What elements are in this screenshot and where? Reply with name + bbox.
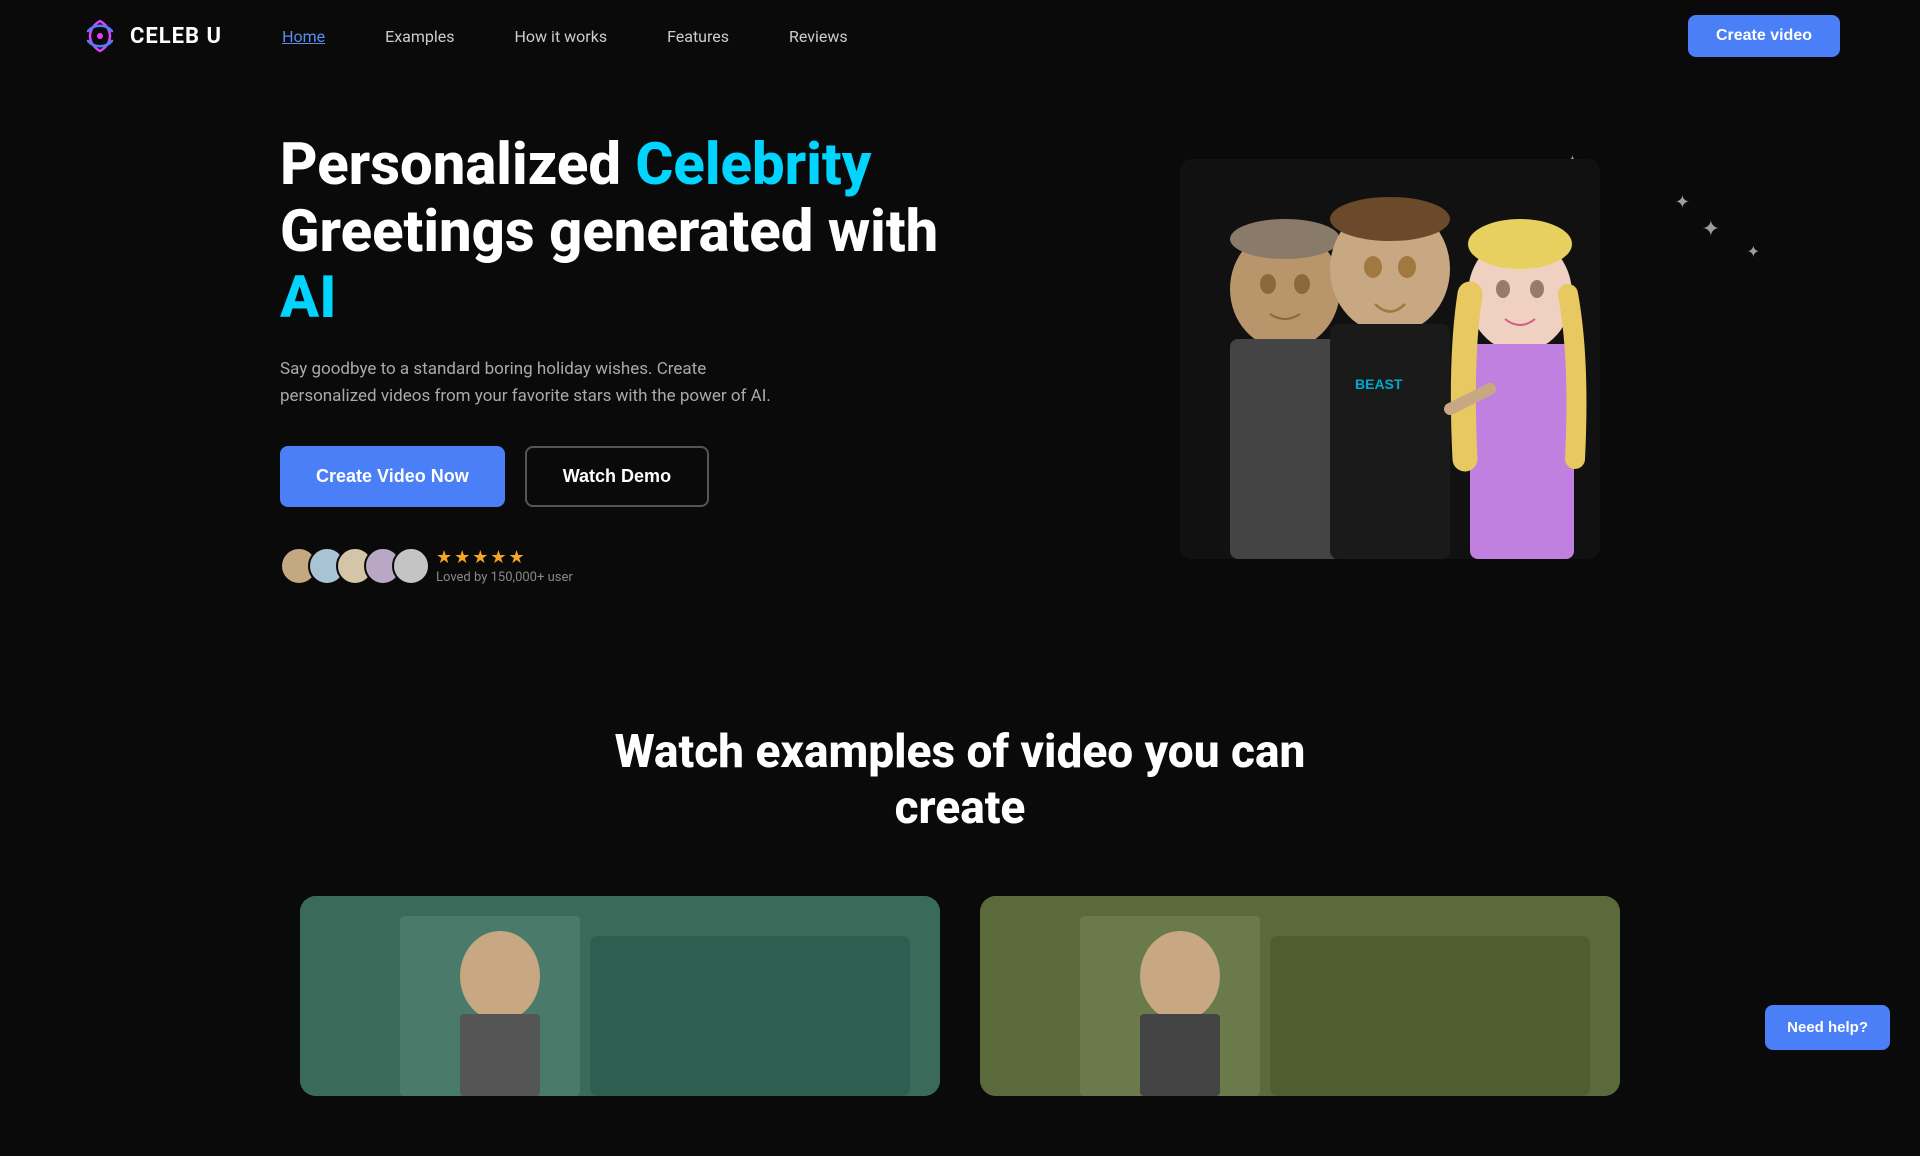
hero-section: Personalized Celebrity Greetings generat…	[0, 72, 1920, 645]
hero-buttons: Create Video Now Watch Demo	[280, 446, 940, 507]
avatar-stack	[280, 547, 420, 585]
star-decoration-10: ✦	[1675, 192, 1690, 213]
nav-reviews[interactable]: Reviews	[789, 27, 848, 46]
nav-links: Home Examples How it works Features Revi…	[282, 27, 1688, 46]
video-grid	[280, 896, 1640, 1096]
loved-text: Loved by 150,000+ user	[436, 570, 573, 585]
logo-text: CELEB U	[130, 24, 222, 49]
nav-features[interactable]: Features	[667, 27, 729, 46]
need-help-button[interactable]: Need help?	[1765, 1005, 1890, 1050]
examples-title: Watch examples of video you can create	[280, 725, 1640, 835]
watch-demo-button[interactable]: Watch Demo	[525, 446, 709, 507]
video-thumb-svg-2	[980, 896, 1620, 1096]
hero-title-part2: Greetings generated with	[280, 198, 938, 266]
hero-title-part1: Personalized	[280, 131, 635, 199]
video-thumb-svg-1	[300, 896, 940, 1096]
nav-home[interactable]: Home	[282, 27, 325, 46]
examples-title-line2: create	[895, 781, 1026, 835]
celebrity-illustration: BEAST	[1180, 159, 1600, 559]
video-thumbnail-1	[300, 896, 940, 1096]
nav-how-it-works[interactable]: How it works	[515, 27, 608, 46]
examples-title-line1: Watch examples of video you can	[615, 725, 1306, 779]
star-decoration-9: ✦	[1747, 242, 1760, 261]
hero-title: Personalized Celebrity Greetings generat…	[280, 132, 940, 332]
hero-image: BEAST	[940, 159, 1640, 559]
star-rating: ★★★★★	[436, 547, 573, 568]
hero-content: Personalized Celebrity Greetings generat…	[280, 132, 940, 585]
create-video-now-button[interactable]: Create Video Now	[280, 446, 505, 507]
celebrity-image-container: BEAST	[1180, 159, 1600, 559]
stars-row: ★★★★★ Loved by 150,000+ user	[436, 547, 573, 585]
video-card-2[interactable]	[980, 896, 1620, 1096]
nav-examples[interactable]: Examples	[385, 27, 454, 46]
social-proof: ★★★★★ Loved by 150,000+ user	[280, 547, 940, 585]
hero-title-celebrity: Celebrity	[635, 131, 871, 199]
logo-icon	[80, 16, 120, 56]
navbar: CELEB U Home Examples How it works Featu…	[0, 0, 1920, 72]
star-decoration-8: ✦	[1702, 217, 1720, 242]
avatar-5	[392, 547, 430, 585]
examples-section: Watch examples of video you can create	[0, 645, 1920, 1155]
video-thumbnail-2	[980, 896, 1620, 1096]
svg-text:BEAST: BEAST	[1355, 376, 1403, 392]
hero-subtitle: Say goodbye to a standard boring holiday…	[280, 356, 800, 410]
video-card-1[interactable]	[300, 896, 940, 1096]
hero-title-ai: AI	[280, 264, 336, 332]
nav-create-video-button[interactable]: Create video	[1688, 15, 1840, 57]
logo[interactable]: CELEB U	[80, 16, 222, 56]
